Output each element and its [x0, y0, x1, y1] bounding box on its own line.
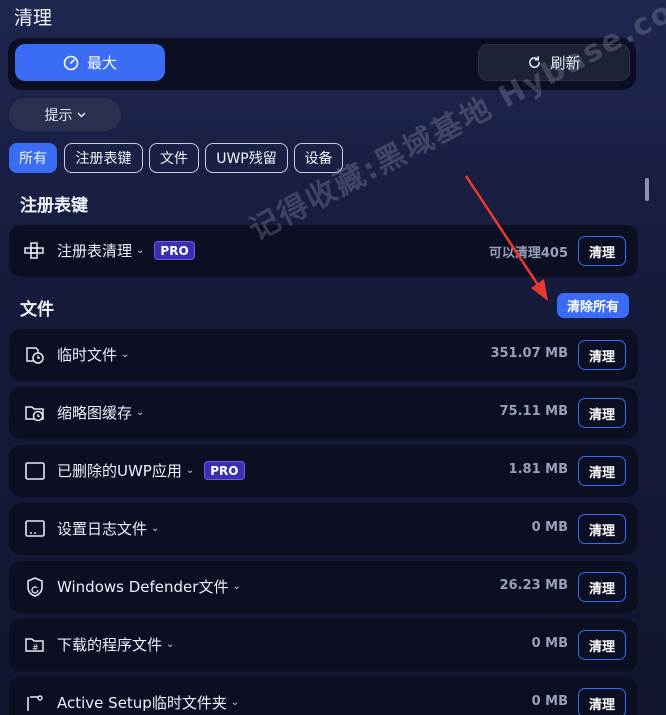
gauge-icon	[63, 55, 79, 70]
file-row-logs[interactable]: 设置日志文件 ⌄ 0 MB 清理	[9, 503, 638, 555]
registry-icon	[23, 240, 47, 262]
file-row-label: 下载的程序文件	[57, 636, 163, 654]
file-row-temp[interactable]: 临时文件 ⌄ 351.07 MB 清理	[9, 329, 638, 381]
pro-badge: PRO	[204, 461, 245, 480]
temp-files-icon	[23, 344, 47, 366]
filter-registry[interactable]: 注册表键	[64, 143, 143, 173]
clean-button[interactable]: 清理	[578, 572, 626, 602]
file-row-label: Active Setup临时文件夹	[57, 694, 227, 712]
file-row-size: 1.81 MB	[508, 462, 568, 477]
scrollbar-thumb[interactable]	[645, 178, 649, 201]
chevron-down-icon[interactable]: ⌄	[136, 407, 144, 418]
svg-text:#: #	[32, 643, 39, 652]
chevron-down-icon[interactable]: ⌄	[166, 639, 174, 650]
setup-folder-icon	[23, 692, 47, 714]
chevron-down-icon[interactable]: ⌄	[231, 697, 239, 708]
annotation-arrow	[464, 175, 548, 301]
chevron-down-icon[interactable]: ⌄	[136, 245, 144, 256]
clean-button[interactable]: 清理	[578, 630, 626, 660]
max-mode-label: 最大	[86, 54, 117, 72]
uwp-app-icon	[23, 460, 47, 482]
filter-files[interactable]: 文件	[149, 143, 199, 173]
file-row-label: 设置日志文件	[57, 520, 148, 538]
file-row-downloaded-programs[interactable]: # 下载的程序文件 ⌄ 0 MB 清理	[9, 619, 638, 671]
file-row-size: 26.23 MB	[499, 578, 569, 593]
file-row-uwp[interactable]: 已删除的UWP应用 ⌄ PRO 1.81 MB 清理	[9, 445, 638, 497]
file-row-label: 临时文件	[57, 346, 118, 364]
chevron-down-icon[interactable]: ⌄	[121, 349, 129, 360]
clear-all-button[interactable]: 清除所有	[557, 293, 629, 318]
clean-button[interactable]: 清理	[578, 398, 626, 428]
clean-button[interactable]: 清理	[578, 688, 626, 715]
program-folder-icon: #	[23, 634, 47, 656]
file-row-thumbnail[interactable]: 缩略图缓存 ⌄ 75.11 MB 清理	[9, 387, 638, 439]
file-row-size: 0 MB	[531, 520, 568, 535]
chevron-down-icon[interactable]: ⌄	[186, 465, 194, 476]
thumbnail-cache-icon	[23, 402, 47, 424]
clean-button[interactable]: 清理	[578, 456, 626, 486]
chevron-down-icon	[76, 111, 86, 118]
shield-icon	[23, 576, 47, 598]
hint-dropdown[interactable]: 提示	[9, 98, 121, 131]
max-mode-button[interactable]: 最大	[15, 44, 165, 81]
file-row-size: 75.11 MB	[499, 404, 569, 419]
file-row-label: 已删除的UWP应用	[57, 462, 182, 480]
clean-button[interactable]: 清理	[578, 514, 626, 544]
file-row-label: 缩略图缓存	[57, 404, 133, 422]
registry-clean-button[interactable]: 清理	[578, 236, 626, 266]
section-title-registry: 注册表键	[20, 196, 88, 216]
file-row-size: 0 MB	[531, 694, 568, 709]
filter-uwp[interactable]: UWP残留	[205, 143, 288, 173]
log-file-icon	[23, 518, 47, 540]
section-title-files: 文件	[20, 300, 54, 320]
file-row-size: 351.07 MB	[490, 346, 568, 361]
file-row-size: 0 MB	[531, 636, 568, 651]
chevron-down-icon[interactable]: ⌄	[232, 581, 240, 592]
file-row-active-setup[interactable]: Active Setup临时文件夹 ⌄ 0 MB 清理	[9, 677, 638, 715]
file-row-defender[interactable]: Windows Defender文件 ⌄ 26.23 MB 清理	[9, 561, 638, 613]
page-title: 清理	[14, 7, 53, 29]
hint-label: 提示	[44, 107, 73, 124]
filter-all[interactable]: 所有	[9, 143, 57, 173]
file-row-label: Windows Defender文件	[57, 578, 229, 596]
pro-badge: PRO	[154, 241, 195, 260]
registry-row-label: 注册表清理	[57, 242, 133, 260]
chevron-down-icon[interactable]: ⌄	[151, 523, 159, 534]
clean-button[interactable]: 清理	[578, 340, 626, 370]
